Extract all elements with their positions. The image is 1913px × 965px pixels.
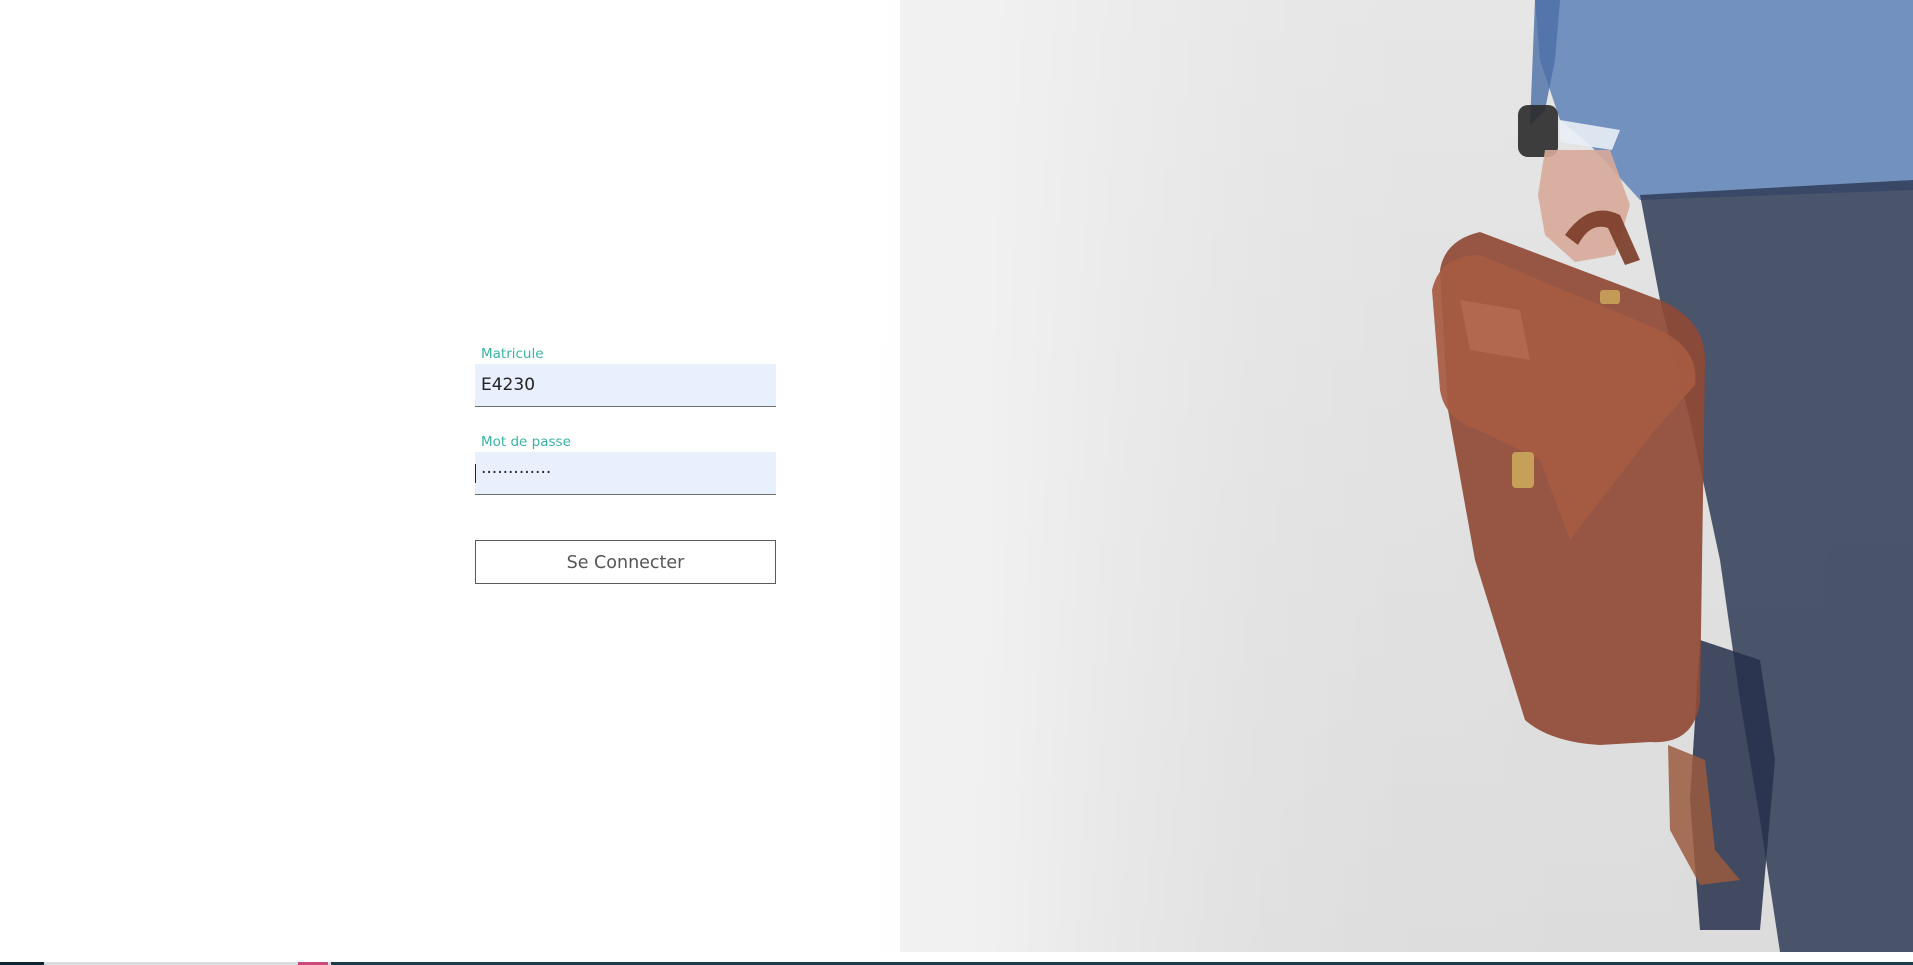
password-input[interactable]: ·············	[475, 452, 776, 495]
password-masked-value: ·············	[481, 463, 552, 483]
login-page: Matricule E4230 Mot de passe ···········…	[0, 0, 1913, 965]
login-form: Matricule E4230 Mot de passe ···········…	[475, 340, 776, 584]
username-field-group: Matricule E4230	[475, 345, 776, 407]
businessman-briefcase-image	[900, 0, 1913, 952]
login-button[interactable]: Se Connecter	[475, 540, 776, 584]
password-label: Mot de passe	[481, 434, 571, 450]
username-label: Matricule	[481, 346, 544, 362]
background-photo	[0, 0, 1913, 952]
username-input[interactable]: E4230	[475, 364, 776, 407]
password-field-group: Mot de passe ·············	[475, 433, 776, 495]
text-caret	[475, 464, 476, 483]
